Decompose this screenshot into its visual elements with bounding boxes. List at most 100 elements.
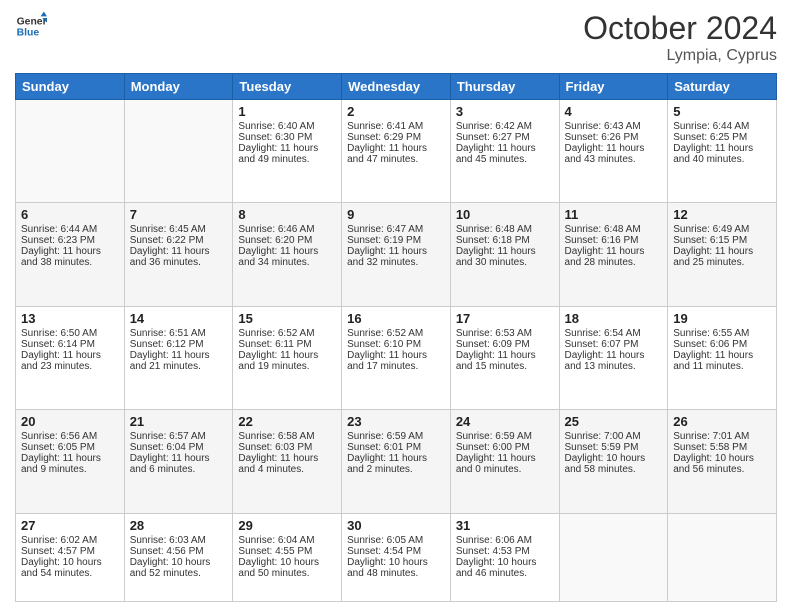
weekday-header: Friday xyxy=(559,74,668,100)
sunset-text: Sunset: 6:03 PM xyxy=(238,442,312,453)
sunset-text: Sunset: 6:22 PM xyxy=(130,235,204,246)
calendar-cell: 26 Sunrise: 7:01 AM Sunset: 5:58 PM Dayl… xyxy=(668,410,777,513)
day-number: 23 xyxy=(347,414,445,429)
day-number: 10 xyxy=(456,207,554,222)
sunset-text: Sunset: 4:57 PM xyxy=(21,546,95,557)
day-number: 4 xyxy=(565,104,663,119)
sunrise-text: Sunrise: 6:53 AM xyxy=(456,328,532,339)
daylight-text: Daylight: 11 hours and 36 minutes. xyxy=(130,246,210,268)
calendar-cell: 29 Sunrise: 6:04 AM Sunset: 4:55 PM Dayl… xyxy=(233,513,342,601)
sunset-text: Sunset: 6:05 PM xyxy=(21,442,95,453)
daylight-text: Daylight: 11 hours and 21 minutes. xyxy=(130,350,210,372)
sunrise-text: Sunrise: 6:40 AM xyxy=(238,121,314,132)
sunrise-text: Sunrise: 6:51 AM xyxy=(130,328,206,339)
daylight-text: Daylight: 11 hours and 49 minutes. xyxy=(238,143,318,165)
sunset-text: Sunset: 6:23 PM xyxy=(21,235,95,246)
month-title: October 2024 xyxy=(583,10,777,47)
day-number: 18 xyxy=(565,311,663,326)
sunset-text: Sunset: 6:14 PM xyxy=(21,339,95,350)
sunrise-text: Sunrise: 6:50 AM xyxy=(21,328,97,339)
sunrise-text: Sunrise: 6:43 AM xyxy=(565,121,641,132)
sunrise-text: Sunrise: 6:02 AM xyxy=(21,535,97,546)
calendar-cell xyxy=(16,100,125,203)
calendar-table: SundayMondayTuesdayWednesdayThursdayFrid… xyxy=(15,73,777,602)
daylight-text: Daylight: 11 hours and 4 minutes. xyxy=(238,453,318,475)
sunrise-text: Sunrise: 6:59 AM xyxy=(347,431,423,442)
day-number: 7 xyxy=(130,207,228,222)
calendar-cell xyxy=(668,513,777,601)
daylight-text: Daylight: 11 hours and 28 minutes. xyxy=(565,246,645,268)
sunset-text: Sunset: 6:30 PM xyxy=(238,132,312,143)
day-number: 9 xyxy=(347,207,445,222)
calendar-cell: 7 Sunrise: 6:45 AM Sunset: 6:22 PM Dayli… xyxy=(124,203,233,306)
sunrise-text: Sunrise: 6:52 AM xyxy=(238,328,314,339)
day-number: 1 xyxy=(238,104,336,119)
calendar-cell: 25 Sunrise: 7:00 AM Sunset: 5:59 PM Dayl… xyxy=(559,410,668,513)
calendar-cell: 21 Sunrise: 6:57 AM Sunset: 6:04 PM Dayl… xyxy=(124,410,233,513)
day-number: 2 xyxy=(347,104,445,119)
daylight-text: Daylight: 10 hours and 46 minutes. xyxy=(456,557,537,579)
calendar-cell: 27 Sunrise: 6:02 AM Sunset: 4:57 PM Dayl… xyxy=(16,513,125,601)
calendar-cell: 8 Sunrise: 6:46 AM Sunset: 6:20 PM Dayli… xyxy=(233,203,342,306)
weekday-header: Thursday xyxy=(450,74,559,100)
sunset-text: Sunset: 6:07 PM xyxy=(565,339,639,350)
daylight-text: Daylight: 11 hours and 17 minutes. xyxy=(347,350,427,372)
day-number: 15 xyxy=(238,311,336,326)
sunset-text: Sunset: 6:15 PM xyxy=(673,235,747,246)
daylight-text: Daylight: 11 hours and 11 minutes. xyxy=(673,350,753,372)
daylight-text: Daylight: 11 hours and 2 minutes. xyxy=(347,453,427,475)
daylight-text: Daylight: 11 hours and 40 minutes. xyxy=(673,143,753,165)
sunrise-text: Sunrise: 6:04 AM xyxy=(238,535,314,546)
sunset-text: Sunset: 4:53 PM xyxy=(456,546,530,557)
daylight-text: Daylight: 10 hours and 56 minutes. xyxy=(673,453,754,475)
daylight-text: Daylight: 11 hours and 13 minutes. xyxy=(565,350,645,372)
calendar-cell: 20 Sunrise: 6:56 AM Sunset: 6:05 PM Dayl… xyxy=(16,410,125,513)
calendar-cell: 31 Sunrise: 6:06 AM Sunset: 4:53 PM Dayl… xyxy=(450,513,559,601)
daylight-text: Daylight: 11 hours and 6 minutes. xyxy=(130,453,210,475)
day-number: 17 xyxy=(456,311,554,326)
daylight-text: Daylight: 11 hours and 15 minutes. xyxy=(456,350,536,372)
day-number: 11 xyxy=(565,207,663,222)
day-number: 3 xyxy=(456,104,554,119)
sunset-text: Sunset: 6:19 PM xyxy=(347,235,421,246)
calendar-cell: 17 Sunrise: 6:53 AM Sunset: 6:09 PM Dayl… xyxy=(450,306,559,409)
weekday-header: Sunday xyxy=(16,74,125,100)
sunset-text: Sunset: 6:04 PM xyxy=(130,442,204,453)
day-number: 27 xyxy=(21,518,119,533)
sunrise-text: Sunrise: 6:44 AM xyxy=(673,121,749,132)
daylight-text: Daylight: 11 hours and 47 minutes. xyxy=(347,143,427,165)
weekday-header: Saturday xyxy=(668,74,777,100)
sunrise-text: Sunrise: 6:45 AM xyxy=(130,224,206,235)
day-number: 30 xyxy=(347,518,445,533)
sunrise-text: Sunrise: 6:47 AM xyxy=(347,224,423,235)
day-number: 25 xyxy=(565,414,663,429)
sunset-text: Sunset: 4:56 PM xyxy=(130,546,204,557)
sunset-text: Sunset: 6:06 PM xyxy=(673,339,747,350)
sunrise-text: Sunrise: 6:54 AM xyxy=(565,328,641,339)
calendar-cell: 4 Sunrise: 6:43 AM Sunset: 6:26 PM Dayli… xyxy=(559,100,668,203)
sunset-text: Sunset: 6:11 PM xyxy=(238,339,311,350)
calendar-cell: 28 Sunrise: 6:03 AM Sunset: 4:56 PM Dayl… xyxy=(124,513,233,601)
sunset-text: Sunset: 6:10 PM xyxy=(347,339,421,350)
sunrise-text: Sunrise: 6:57 AM xyxy=(130,431,206,442)
day-number: 19 xyxy=(673,311,771,326)
sunset-text: Sunset: 6:12 PM xyxy=(130,339,204,350)
day-number: 29 xyxy=(238,518,336,533)
calendar-cell: 9 Sunrise: 6:47 AM Sunset: 6:19 PM Dayli… xyxy=(342,203,451,306)
day-number: 6 xyxy=(21,207,119,222)
sunrise-text: Sunrise: 6:58 AM xyxy=(238,431,314,442)
sunset-text: Sunset: 5:59 PM xyxy=(565,442,639,453)
sunset-text: Sunset: 6:18 PM xyxy=(456,235,530,246)
sunset-text: Sunset: 6:29 PM xyxy=(347,132,421,143)
sunrise-text: Sunrise: 6:48 AM xyxy=(565,224,641,235)
day-number: 5 xyxy=(673,104,771,119)
sunset-text: Sunset: 4:54 PM xyxy=(347,546,421,557)
day-number: 24 xyxy=(456,414,554,429)
day-number: 14 xyxy=(130,311,228,326)
daylight-text: Daylight: 11 hours and 30 minutes. xyxy=(456,246,536,268)
calendar-cell: 24 Sunrise: 6:59 AM Sunset: 6:00 PM Dayl… xyxy=(450,410,559,513)
sunrise-text: Sunrise: 6:41 AM xyxy=(347,121,423,132)
calendar-cell: 19 Sunrise: 6:55 AM Sunset: 6:06 PM Dayl… xyxy=(668,306,777,409)
calendar-cell: 1 Sunrise: 6:40 AM Sunset: 6:30 PM Dayli… xyxy=(233,100,342,203)
sunset-text: Sunset: 6:25 PM xyxy=(673,132,747,143)
